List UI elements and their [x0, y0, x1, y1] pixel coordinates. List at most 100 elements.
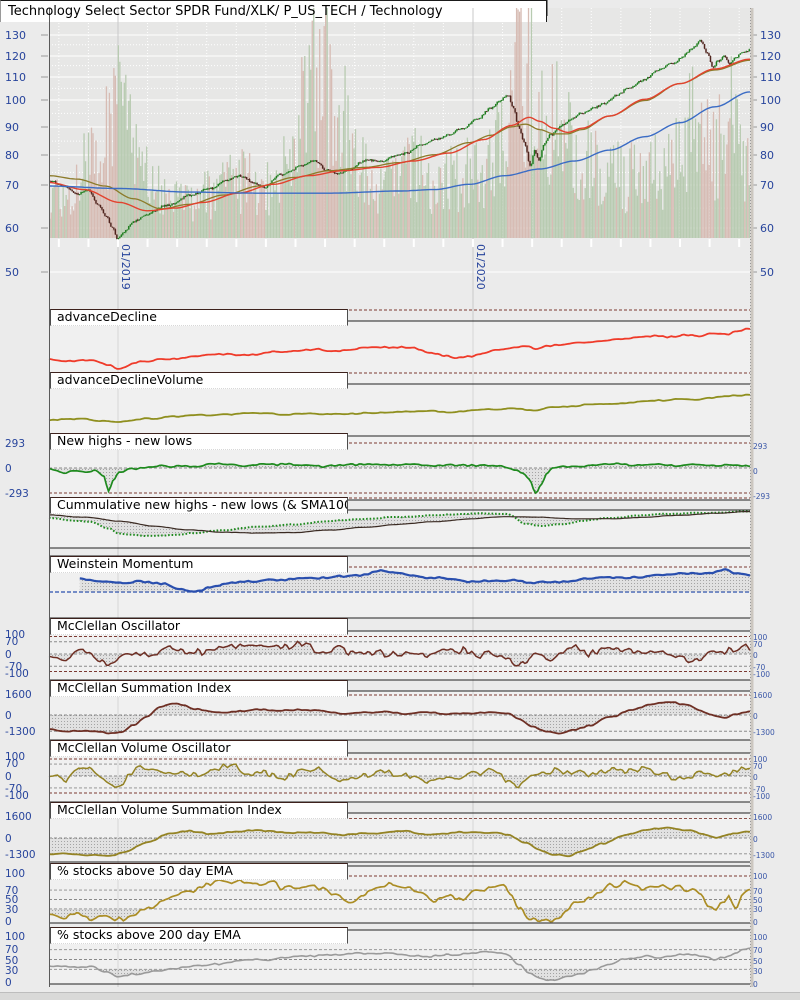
candle-body — [512, 106, 515, 109]
volume-bar — [149, 203, 151, 238]
panel-background — [49, 753, 750, 802]
volume-bar — [333, 116, 336, 238]
panel-y-label-right: 0 — [753, 467, 758, 476]
candle-body — [438, 137, 440, 140]
candle-body — [480, 117, 482, 119]
volume-bar — [451, 164, 454, 238]
volume-bar — [665, 166, 667, 238]
candle-body — [597, 105, 600, 107]
panel-y-label-left: -293 — [5, 488, 29, 500]
volume-bar — [603, 196, 606, 238]
candle-body — [411, 149, 413, 151]
panel-y-label-right: 70 — [753, 946, 763, 955]
panel-header-cumulative-new-highs[interactable]: Cummulative new highs - new lows (& SMA1… — [50, 497, 348, 514]
candle-body — [711, 62, 713, 67]
candle-body — [581, 112, 583, 114]
volume-bar — [160, 185, 163, 238]
candle-body — [162, 205, 164, 207]
candle-body — [630, 87, 633, 89]
volume-bar — [105, 86, 108, 238]
panel-y-label-left: 70 — [5, 758, 18, 770]
candle-body — [278, 173, 281, 175]
volume-bar — [398, 193, 400, 238]
panel-header-weinstein-momentum[interactable]: Weinstein Momentum — [50, 556, 348, 573]
volume-bar — [605, 192, 607, 238]
volume-bar — [254, 171, 257, 238]
candle-body — [450, 134, 452, 136]
volume-bar — [439, 167, 442, 238]
candle-body — [550, 134, 552, 136]
panel-header-mcclellan-summation-index[interactable]: McClellan Summation Index — [50, 680, 348, 697]
panel-header-mcclellan-oscillator[interactable]: McClellan Oscillator — [50, 618, 348, 635]
panel-header-pct-stocks-above-50dema[interactable]: % stocks above 50 day EMA — [50, 863, 348, 880]
volume-bar — [371, 170, 373, 238]
volume-bar — [629, 148, 631, 238]
volume-bar — [313, 8, 315, 238]
volume-bar — [718, 94, 721, 238]
volume-bar — [110, 113, 112, 238]
candle-body — [723, 55, 725, 57]
candle-body — [78, 194, 81, 196]
candle-body — [526, 145, 528, 152]
volume-bar — [454, 178, 457, 238]
volume-bar — [242, 151, 245, 238]
panel-header-mcclellan-volume-summation-index[interactable]: McClellan Volume Summation Index — [50, 802, 348, 819]
volume-bar — [341, 152, 343, 238]
candle-body — [474, 119, 476, 121]
candle-body — [656, 70, 658, 72]
volume-bar — [99, 161, 102, 238]
candle-body — [375, 160, 378, 162]
volume-bar — [284, 156, 287, 238]
volume-bar — [53, 185, 55, 238]
volume-bar — [208, 176, 210, 238]
panel-header-new-highs-new-lows[interactable]: New highs - new lows — [50, 433, 348, 450]
candle-body — [256, 182, 258, 185]
candle-body — [591, 107, 594, 109]
volume-bar — [600, 204, 603, 238]
volume-bar — [684, 117, 686, 238]
volume-bar — [656, 198, 658, 238]
candle-body — [579, 112, 582, 114]
candle-body — [292, 169, 294, 171]
candle-body — [424, 143, 427, 145]
candle-body — [92, 193, 94, 197]
candle-body — [163, 204, 166, 207]
volume-bar — [108, 92, 111, 239]
volume-bar — [372, 199, 375, 238]
volume-bar — [362, 137, 364, 238]
volume-bar — [702, 163, 704, 238]
volume-bar — [98, 173, 100, 238]
candle-body — [405, 152, 407, 154]
candle-body — [654, 70, 657, 73]
candle-body — [542, 144, 545, 151]
candle-body — [491, 106, 494, 109]
panel-y-label-left: 0 — [5, 977, 12, 989]
panel-header-advance-decline[interactable]: advanceDecline — [50, 309, 348, 326]
main-y-label-right: 60 — [760, 222, 774, 235]
volume-bar — [590, 132, 592, 238]
volume-bar — [502, 150, 504, 238]
panel-header-pct-stocks-above-200dema[interactable]: % stocks above 200 day EMA — [50, 927, 348, 944]
panel-header-advance-decline-volume[interactable]: advanceDeclineVolume — [50, 372, 348, 389]
volume-bar — [234, 193, 236, 238]
candle-body — [603, 103, 606, 105]
volume-bar — [393, 196, 395, 238]
candle-body — [371, 159, 373, 162]
volume-bar — [524, 167, 527, 238]
volume-bar — [381, 189, 383, 238]
volume-bar — [663, 148, 665, 238]
volume-bar — [697, 122, 700, 238]
candle-body — [453, 132, 455, 134]
volume-bar — [195, 209, 197, 238]
volume-bar — [238, 159, 240, 238]
candle-body — [420, 144, 422, 146]
volume-bar — [210, 219, 212, 238]
volume-bar — [705, 170, 707, 238]
candle-body — [530, 163, 533, 166]
volume-bar — [253, 182, 255, 238]
candle-body — [584, 111, 586, 114]
volume-bar — [138, 147, 140, 238]
candle-body — [377, 160, 379, 162]
volume-bar — [557, 156, 559, 238]
panel-header-mcclellan-volume-oscillator[interactable]: McClellan Volume Oscillator — [50, 740, 348, 757]
